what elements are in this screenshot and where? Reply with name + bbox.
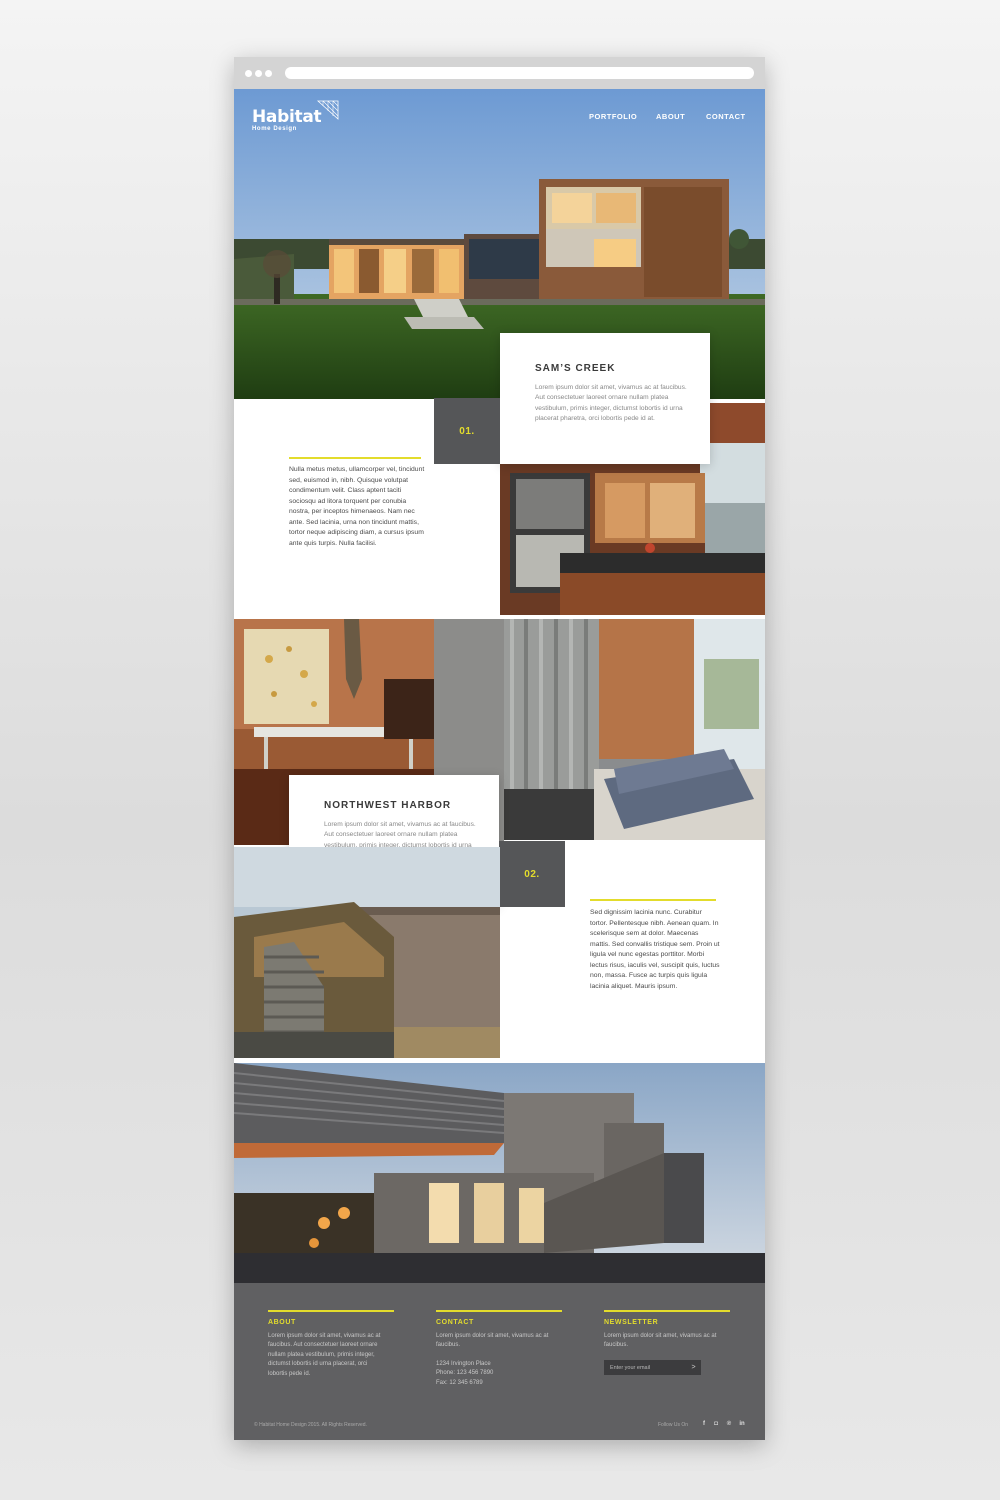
pinterest-icon[interactable]: ℗ (724, 1419, 734, 1429)
project-number-badge: 02. (499, 841, 565, 907)
browser-window: Habitat Home Design PORTFOLIO ABOUT CONT… (234, 57, 765, 1440)
nav-portfolio-link[interactable]: PORTFOLIO (589, 112, 637, 121)
garden-stairs-photo (234, 847, 500, 1058)
copyright-text: © Habitat Home Design 2015. All Rights R… (254, 1422, 367, 1428)
brand-tagline: Home Design (252, 126, 297, 132)
project-title: NORTHWEST HARBOR (324, 800, 452, 811)
project-description: Sed dignissim lacinia nunc. Curabitur to… (590, 909, 720, 990)
project-description: Nulla metus metus, ullamcorper vel, tinc… (289, 466, 425, 547)
facebook-icon[interactable]: f (699, 1419, 709, 1429)
project-title: SAM’S CREEK (535, 363, 616, 374)
footer-heading: CONTACT (436, 1319, 474, 1326)
project-summary: Lorem ipsum dolor sit amet, vivamus ac a… (535, 384, 687, 423)
accent-divider (604, 1310, 730, 1312)
window-dot[interactable] (255, 70, 262, 77)
instagram-icon[interactable]: ◘ (711, 1419, 721, 1429)
accent-divider (289, 457, 421, 459)
newsletter-submit-button[interactable]: > (686, 1360, 701, 1375)
address-bar[interactable] (285, 67, 754, 79)
newsletter-text: Lorem ipsum dolor sit amet, vivamus ac a… (604, 1333, 717, 1349)
accent-divider (590, 899, 716, 901)
living-room-photo (504, 619, 765, 840)
newsletter-form: > (604, 1360, 701, 1375)
contact-phone[interactable]: Phone: 123 456 7890 (436, 1369, 556, 1378)
accent-divider (268, 1310, 394, 1312)
contact-blurb: Lorem ipsum dolor sit amet, vivamus ac a… (436, 1333, 549, 1349)
nav-about-link[interactable]: ABOUT (656, 112, 685, 121)
project-number-badge: 01. (434, 398, 500, 464)
footer-about-text: Lorem ipsum dolor sit amet, vivamus ac a… (268, 1333, 381, 1377)
accent-divider (436, 1310, 562, 1312)
exterior-house-dusk-photo (234, 1063, 765, 1283)
footer-contact-text: Lorem ipsum dolor sit amet, vivamus ac a… (436, 1332, 556, 1388)
footer-heading: NEWSLETTER (604, 1319, 659, 1326)
footer-heading: ABOUT (268, 1319, 296, 1326)
site-footer: ABOUT Lorem ipsum dolor sit amet, vivamu… (234, 1283, 765, 1440)
contact-fax: Fax: 12 345 6789 (436, 1379, 483, 1386)
contact-address: 1234 Irvington Place (436, 1360, 491, 1367)
project-card-sams-creek[interactable]: SAM’S CREEK Lorem ipsum dolor sit amet, … (500, 333, 710, 464)
newsletter-email-input[interactable] (604, 1360, 686, 1375)
browser-chrome (234, 57, 765, 89)
linkedin-icon[interactable]: in (737, 1419, 747, 1429)
follow-label: Follow Us On (658, 1422, 689, 1428)
triangle-grid-icon (316, 100, 339, 120)
brand-name: Habitat (252, 107, 322, 127)
window-dot[interactable] (245, 70, 252, 77)
brand-logo[interactable]: Habitat Home Design (252, 100, 339, 133)
nav-contact-link[interactable]: CONTACT (706, 112, 746, 121)
window-dot[interactable] (265, 70, 272, 77)
